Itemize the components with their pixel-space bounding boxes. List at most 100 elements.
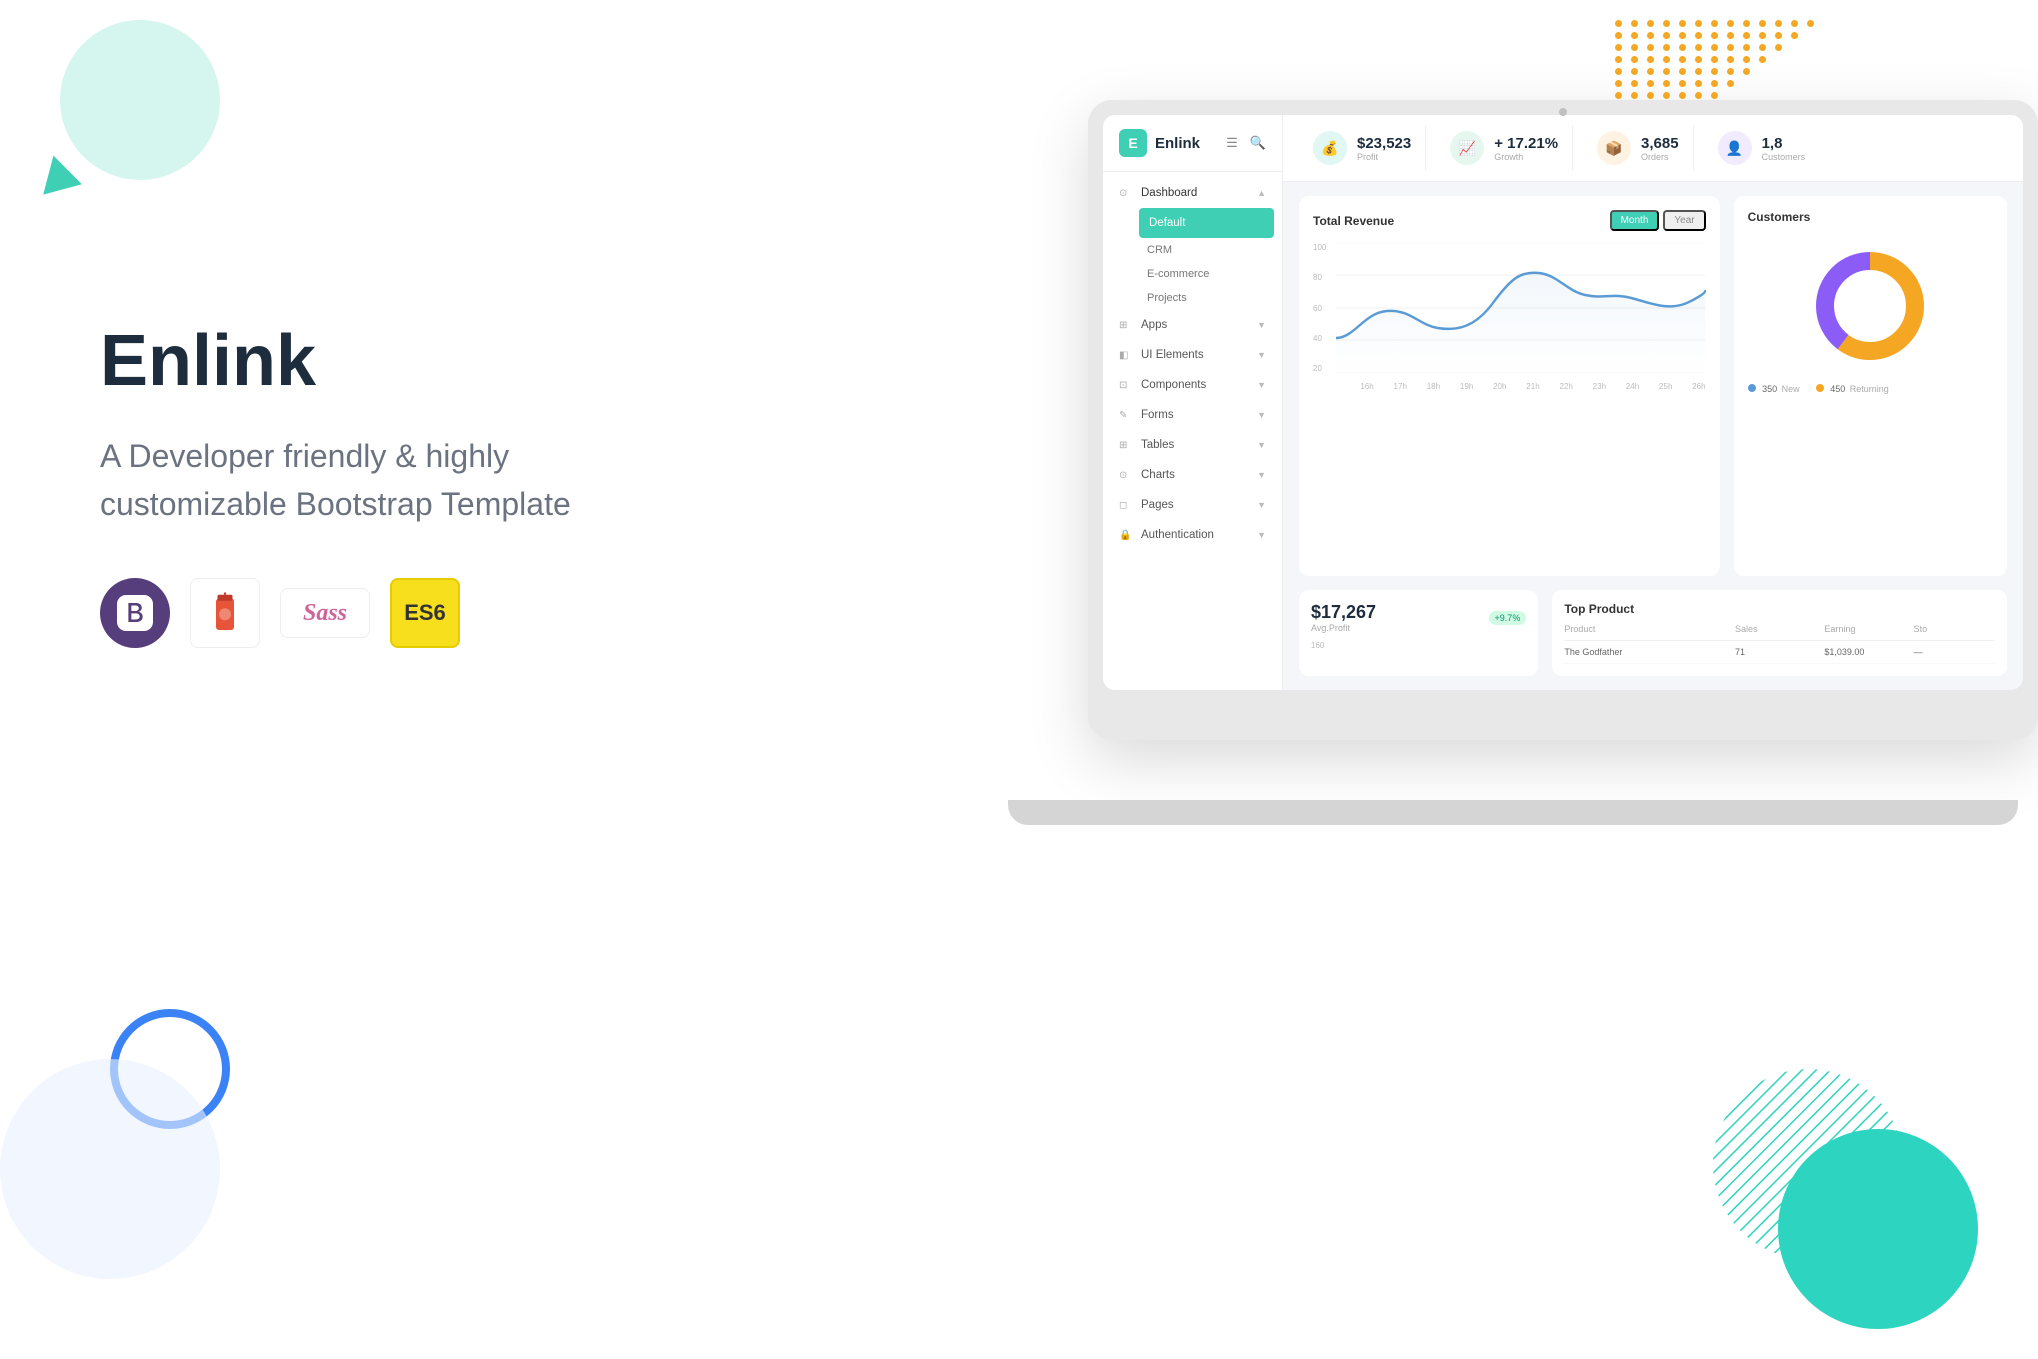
teal-hatch-lines: [1708, 1064, 1908, 1264]
profit-icon: 💰: [1313, 131, 1347, 165]
sidebar-item-default[interactable]: Default: [1139, 208, 1274, 238]
y-label-40: 40: [1313, 334, 1326, 343]
customers-header: Customers: [1748, 210, 1993, 224]
laptop-base: [1008, 800, 2018, 825]
menu-icon[interactable]: ☰: [1226, 135, 1238, 151]
sidebar-item-pages[interactable]: ◻ Pages ▼: [1103, 490, 1282, 520]
pages-icon: ◻: [1119, 500, 1133, 511]
avg-profit-value: $17,267: [1311, 602, 1376, 623]
orders-icon: 📦: [1597, 131, 1631, 165]
sidebar-item-charts[interactable]: ⊙ Charts ▼: [1103, 460, 1282, 490]
tab-month[interactable]: Month: [1610, 210, 1660, 231]
sidebar-item-dashboard[interactable]: ⊙ Dashboard ▲: [1103, 178, 1282, 208]
col-stock: Sto: [1914, 624, 1995, 634]
sidebar-item-crm[interactable]: CRM: [1131, 238, 1282, 262]
laptop-mockup: E Enlink ☰ 🔍 ⊙ Dashboard ▲: [1038, 100, 2038, 800]
sidebar-item-tables[interactable]: ⊞ Tables ▼: [1103, 430, 1282, 460]
x-26h: 26h: [1692, 382, 1705, 391]
returning-label: Returning: [1850, 384, 1889, 394]
profit-values: $23,523 Profit: [1357, 135, 1411, 162]
components-icon: ⊡: [1119, 380, 1133, 391]
growth-values: + 17.21% Growth: [1494, 135, 1558, 162]
components-label: Components: [1141, 379, 1206, 391]
sidebar: E Enlink ☰ 🔍 ⊙ Dashboard ▲: [1103, 115, 1283, 690]
avg-profit-y: 160: [1311, 641, 1526, 650]
charts-label: Charts: [1141, 469, 1175, 481]
x-20h: 20h: [1493, 382, 1506, 391]
y-label-20: 20: [1313, 364, 1326, 373]
ui-arrow: ▼: [1257, 350, 1266, 360]
customers-icon: 👤: [1718, 131, 1752, 165]
customers-legend: 350 New 450 Returning: [1748, 384, 1993, 394]
es6-badge: ES6: [390, 578, 460, 648]
avg-profit-header: $17,267 Avg.Profit +9.7%: [1311, 602, 1526, 633]
sidebar-header: E Enlink ☰ 🔍: [1103, 115, 1282, 172]
product-stock: —: [1914, 647, 1995, 657]
customers-values: 1,8 Customers: [1762, 135, 1806, 162]
growth-icon: 📈: [1450, 131, 1484, 165]
donut-chart-container: [1748, 236, 1993, 376]
components-arrow: ▼: [1257, 380, 1266, 390]
orders-value: 3,685: [1641, 135, 1679, 152]
forms-icon: ✎: [1119, 410, 1133, 421]
new-value: 350: [1762, 384, 1777, 394]
line-chart-svg-container: 16h 17h 18h 19h 20h 21h 22h 23h 24h: [1336, 243, 1705, 391]
auth-icon: 🔒: [1119, 530, 1133, 541]
brand-subtitle: A Developer friendly & highly customizab…: [100, 432, 680, 528]
tables-arrow: ▼: [1257, 440, 1266, 450]
apps-arrow: ▼: [1257, 320, 1266, 330]
chart-title: Total Revenue: [1313, 214, 1394, 228]
x-18h: 18h: [1427, 382, 1440, 391]
avg-profit-label: Avg.Profit: [1311, 623, 1376, 633]
legend-returning: 450 Returning: [1816, 384, 1889, 394]
sidebar-item-ecommerce[interactable]: E-commerce: [1131, 262, 1282, 286]
x-21h: 21h: [1526, 382, 1539, 391]
col-earning: Earning: [1824, 624, 1905, 634]
dashboard-arrow: ▲: [1257, 188, 1266, 198]
stat-growth: 📈 + 17.21% Growth: [1436, 125, 1573, 171]
profit-label: Profit: [1357, 152, 1411, 162]
x-22h: 22h: [1559, 382, 1572, 391]
table-header: Product Sales Earning Sto: [1564, 624, 1995, 641]
y-label-100: 100: [1313, 243, 1326, 252]
customers-value: 1,8: [1762, 135, 1806, 152]
charts-arrow: ▼: [1257, 470, 1266, 480]
dashboard-label: Dashboard: [1141, 187, 1197, 199]
tables-label: Tables: [1141, 439, 1174, 451]
returning-dot: [1816, 384, 1824, 392]
brand-title: Enlink: [100, 320, 680, 402]
avg-profit-card: $17,267 Avg.Profit +9.7% 160: [1299, 590, 1538, 676]
x-19h: 19h: [1460, 382, 1473, 391]
logo-icon: E: [1119, 129, 1147, 157]
top-product-title: Top Product: [1564, 602, 1995, 616]
sidebar-item-authentication[interactable]: 🔒 Authentication ▼: [1103, 520, 1282, 550]
x-17h: 17h: [1394, 382, 1407, 391]
new-label: New: [1782, 384, 1800, 394]
new-dot: [1748, 384, 1756, 392]
y-axis-labels: 100 80 60 40 20: [1313, 243, 1330, 373]
light-blue-circle: [0, 1059, 220, 1279]
customers-label: Customers: [1762, 152, 1806, 162]
orders-values: 3,685 Orders: [1641, 135, 1679, 162]
legend-new: 350 New: [1748, 384, 1800, 394]
charts-area: Total Revenue Month Year 100 80: [1283, 182, 2023, 590]
laptop-screen: E Enlink ☰ 🔍 ⊙ Dashboard ▲: [1103, 115, 2023, 690]
growth-label: Growth: [1494, 152, 1558, 162]
sidebar-item-projects[interactable]: Projects: [1131, 286, 1282, 310]
sidebar-item-apps[interactable]: ⊞ Apps ▼: [1103, 310, 1282, 340]
bottom-section: $17,267 Avg.Profit +9.7% 160 Top Product: [1283, 590, 2023, 690]
sidebar-item-forms[interactable]: ✎ Forms ▼: [1103, 400, 1282, 430]
stats-row: 💰 $23,523 Profit 📈 + 17.21% Growth: [1283, 115, 2023, 182]
revenue-chart: Total Revenue Month Year 100 80: [1299, 196, 1720, 576]
tab-year[interactable]: Year: [1663, 210, 1705, 231]
tables-icon: ⊞: [1119, 440, 1133, 451]
yellow-dots-grid: [1615, 20, 1818, 99]
sidebar-item-components[interactable]: ⊡ Components ▼: [1103, 370, 1282, 400]
teal-circle-bg: [60, 20, 220, 180]
product-name: The Godfather: [1564, 647, 1727, 657]
product-sales: 71: [1735, 647, 1816, 657]
ui-icon: ◧: [1119, 350, 1133, 361]
sidebar-item-ui-elements[interactable]: ◧ UI Elements ▼: [1103, 340, 1282, 370]
search-icon[interactable]: 🔍: [1250, 135, 1266, 151]
table-row: The Godfather 71 $1,039.00 —: [1564, 641, 1995, 664]
